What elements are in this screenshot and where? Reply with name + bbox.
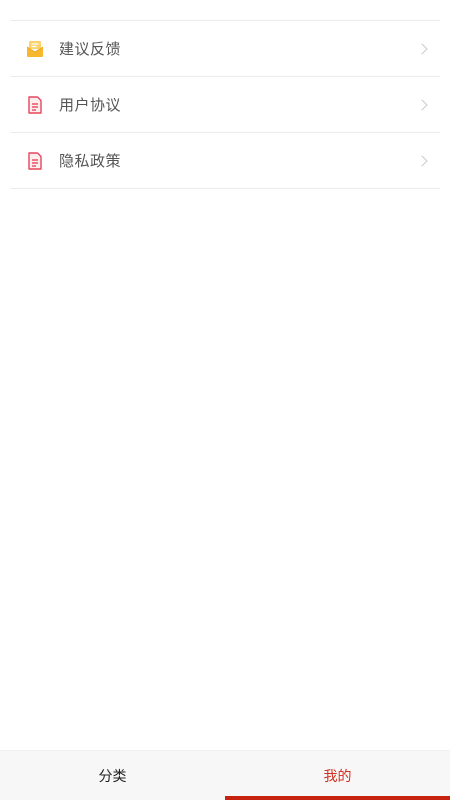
tab-label: 分类 [98,768,127,785]
menu-item-user-agreement[interactable]: 用户协议 [10,77,440,133]
tab-label: 我的 [323,768,352,785]
menu-item-label: 用户协议 [59,96,122,114]
menu-item-label: 隐私政策 [59,152,122,170]
tab-mine[interactable]: 我的 [225,751,450,800]
tab-category[interactable]: 分类 [0,751,225,800]
document-icon [25,151,45,171]
mail-icon [25,39,45,59]
chevron-right-icon [416,154,428,167]
menu-list: 建议反馈 用户协议 隐私政策 [10,21,440,189]
profile-screen: 建议反馈 用户协议 隐私政策 分类 我的 [0,0,450,800]
document-icon [25,95,45,115]
menu-item-privacy-policy[interactable]: 隐私政策 [10,133,440,189]
menu-item-feedback[interactable]: 建议反馈 [10,21,440,77]
chevron-right-icon [416,42,428,55]
chevron-right-icon [416,98,428,111]
menu-item-label: 建议反馈 [59,40,122,58]
active-tab-indicator [225,796,450,800]
bottom-tab-bar: 分类 我的 [0,750,450,800]
